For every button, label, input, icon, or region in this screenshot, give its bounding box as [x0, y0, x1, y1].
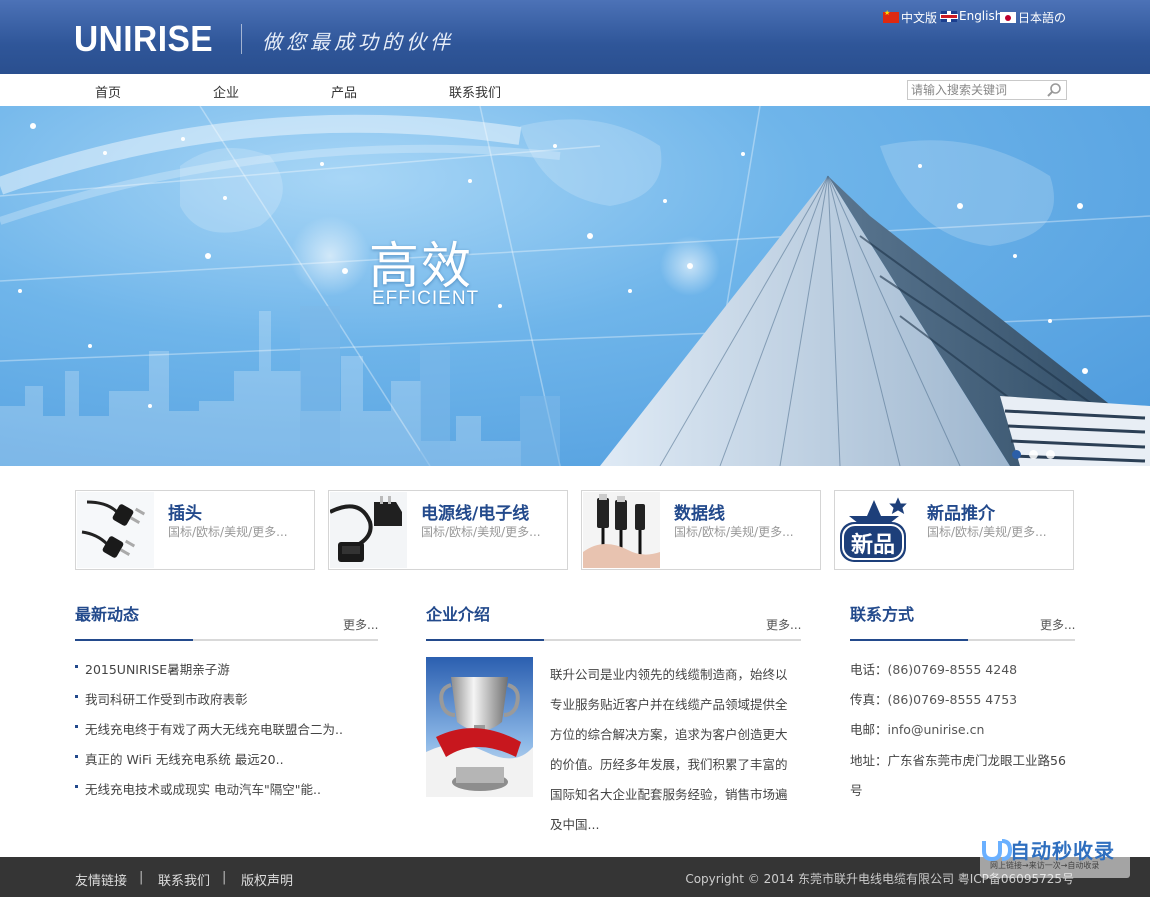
svg-text:新品: 新品: [851, 532, 895, 558]
news-item[interactable]: 2015UNIRISE暑期亲子游: [75, 659, 230, 678]
footer-separator: |: [222, 870, 227, 885]
jp-flag-icon: [1000, 12, 1016, 23]
phone-value: (86)0769-8555 4248: [887, 662, 1018, 677]
nav-item-products[interactable]: 产品: [331, 82, 357, 101]
new-badge-image: 新品: [836, 492, 913, 568]
product-desc: 国标/欧标/美规/更多...: [927, 525, 1047, 539]
contact-divider: [850, 639, 1075, 641]
nav-item-contact[interactable]: 联系我们: [449, 82, 501, 101]
product-card-power-cord[interactable]: 电源线/电子线 国标/欧标/美规/更多...: [328, 490, 568, 570]
phone-label: 电话：: [850, 662, 888, 677]
cn-flag-icon: [883, 9, 899, 23]
banner-illustration: [0, 106, 1150, 466]
search-box: [907, 80, 1067, 100]
contact-address: 地址：广东省东莞市虎门龙眼工业路56号: [850, 746, 1078, 806]
news-item[interactable]: 我司科研工作受到市政府表彰: [75, 689, 248, 708]
main-nav: 首页 企业 产品 联系我们: [0, 74, 1150, 106]
product-title: 数据线: [674, 504, 725, 524]
product-desc: 国标/欧标/美规/更多...: [168, 525, 288, 539]
email-value[interactable]: info@unirise.cn: [888, 722, 985, 737]
contact-section-title: 联系方式: [850, 605, 915, 624]
watermark-badge: 自动秒收录 网上链接→来访一次→自动收录: [980, 834, 1130, 878]
news-item[interactable]: 无线充电技术或成现实 电动汽车"隔空"能..: [75, 779, 321, 798]
news-divider: [75, 639, 378, 641]
product-desc: 国标/欧标/美规/更多...: [421, 525, 541, 539]
trophy-image: [426, 657, 533, 797]
product-title: 电源线/电子线: [421, 504, 530, 524]
email-label: 电邮：: [850, 722, 888, 737]
news-section-title: 最新动态: [75, 605, 140, 624]
lang-english-label: English: [959, 9, 1003, 23]
slider-dot[interactable]: [1012, 450, 1021, 459]
site-footer: 友情链接 | 联系我们 | 版权声明 Copyright © 2014 东莞市联…: [0, 857, 1150, 897]
uk-flag-icon: [941, 10, 957, 22]
product-title: 新品推介: [927, 504, 995, 524]
fax-value: (86)0769-8555 4753: [887, 692, 1018, 707]
news-more-link[interactable]: 更多...: [343, 616, 378, 633]
news-item[interactable]: 真正的 WiFi 无线充电系统 最远20..: [75, 749, 284, 768]
slider-dot[interactable]: [1046, 450, 1055, 459]
slider-dot[interactable]: [1029, 450, 1038, 459]
lang-japanese-label: 日本語の: [1018, 11, 1067, 25]
product-card-plug[interactable]: 插头 国标/欧标/美规/更多...: [75, 490, 315, 570]
lang-chinese-link[interactable]: 中文版: [883, 9, 937, 26]
slider-dots: [1012, 450, 1055, 459]
footer-link-copyright[interactable]: 版权声明: [241, 870, 293, 889]
contact-more-link[interactable]: 更多...: [1040, 616, 1075, 633]
about-divider: [426, 639, 801, 641]
product-card-new-products[interactable]: 新品 新品推介 国标/欧标/美规/更多...: [834, 490, 1074, 570]
lang-japanese-link[interactable]: 日本語の: [1000, 9, 1066, 26]
lang-chinese-label: 中文版: [901, 11, 938, 25]
footer-link-contact[interactable]: 联系我们: [158, 870, 210, 889]
footer-link-friends[interactable]: 友情链接: [75, 870, 127, 889]
product-desc: 国标/欧标/美规/更多...: [674, 525, 794, 539]
about-section-title: 企业介绍: [426, 605, 491, 624]
hero-banner[interactable]: 高效 EFFICIENT: [0, 106, 1150, 466]
product-card-data-cable[interactable]: 数据线 国标/欧标/美规/更多...: [581, 490, 821, 570]
site-slogan: 做您最成功的伙伴: [262, 30, 454, 54]
nav-item-company[interactable]: 企业: [213, 82, 239, 101]
product-title: 插头: [168, 504, 202, 524]
contact-email: 电邮：info@unirise.cn: [850, 719, 984, 738]
contact-phone: 电话：(86)0769-8555 4248: [850, 659, 1017, 678]
banner-subtitle: EFFICIENT: [372, 288, 480, 309]
data-cable-image: [583, 492, 660, 568]
news-item[interactable]: 无线充电终于有戏了两大无线充电联盟合二为..: [75, 719, 343, 738]
nav-item-home[interactable]: 首页: [95, 82, 121, 101]
about-text: 联升公司是业内领先的线缆制造商，始终以专业服务贴近客户并在线缆产品领域提供全方位…: [550, 667, 788, 832]
search-icon[interactable]: [1046, 82, 1062, 98]
about-more-link[interactable]: 更多...: [766, 616, 801, 633]
fax-label: 传真：: [850, 692, 888, 707]
site-header: UNIRISE 做您最成功的伙伴 中文版 English 日本語の: [0, 0, 1150, 74]
power-cord-image: [330, 492, 407, 568]
contact-fax: 传真：(86)0769-8555 4753: [850, 689, 1017, 708]
logo-divider: [241, 24, 242, 54]
site-logo[interactable]: UNIRISE: [74, 18, 213, 60]
footer-separator: |: [139, 870, 144, 885]
plug-image: [77, 492, 154, 568]
address-label: 地址：: [850, 753, 888, 768]
watermark-subtext: 网上链接→来访一次→自动收录: [990, 861, 1100, 870]
search-input[interactable]: [908, 81, 1042, 99]
lang-english-link[interactable]: English: [941, 9, 1002, 23]
